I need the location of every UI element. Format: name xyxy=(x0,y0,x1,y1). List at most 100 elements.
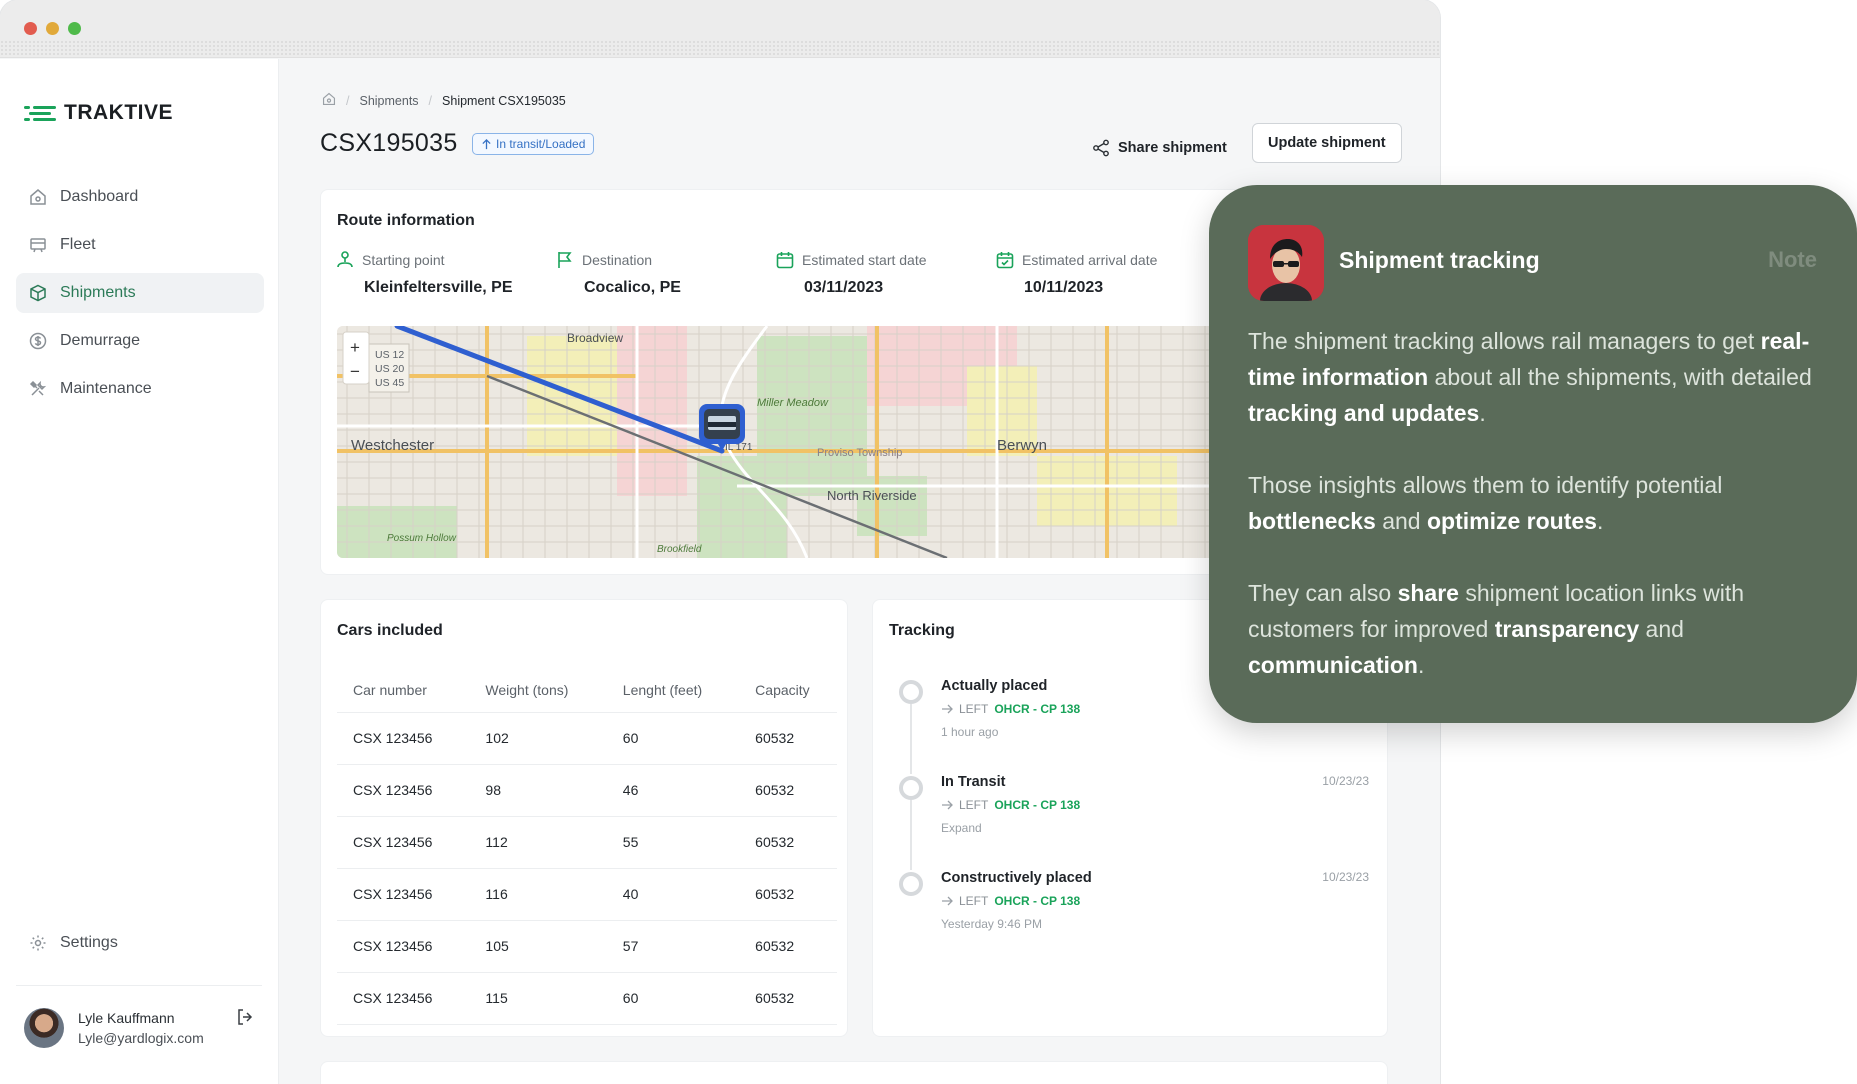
table-cell: 60532 xyxy=(739,764,837,817)
breadcrumb: / Shipments / Shipment CSX195035 xyxy=(322,92,566,109)
note-tag: Note xyxy=(1768,247,1817,272)
shield-us20: US 20 xyxy=(375,363,404,375)
table-cell: CSX 123456 xyxy=(337,868,470,921)
estimated-start-date-value: 03/11/2023 xyxy=(804,279,884,296)
tracking-event[interactable]: In Transit 10/23/23 LEFT OHCR - CP 138 E… xyxy=(899,774,1369,870)
home-icon[interactable] xyxy=(322,92,336,109)
share-shipment-label: Share shipment xyxy=(1118,140,1227,156)
tracking-event-date: 10/23/23 xyxy=(1322,870,1369,884)
note-body: The shipment tracking allows rail manage… xyxy=(1248,323,1823,719)
table-row[interactable]: CSX 123456 98 46 60532 xyxy=(337,764,837,817)
table-cell: 116 xyxy=(469,868,607,921)
table-cell: CSX 123456 xyxy=(337,764,470,817)
user-profile: Lyle Kauffmann Lyle@yardlogix.com xyxy=(16,985,262,1048)
tracking-event-prefix: LEFT xyxy=(959,894,989,908)
table-cell: 102 xyxy=(469,712,607,765)
estimated-start-date-label: Estimated start date xyxy=(802,252,927,268)
zoom-in-button[interactable]: + xyxy=(350,338,360,357)
tracking-event-title: In Transit xyxy=(941,774,1006,790)
tracking-event-title: Constructively placed xyxy=(941,870,1092,886)
app-logo[interactable]: TRAKTIVE xyxy=(24,101,173,125)
sidebar-item-demurrage[interactable]: Demurrage xyxy=(16,321,264,361)
sidebar-item-dashboard[interactable]: Dashboard xyxy=(16,177,264,217)
table-cell: 60532 xyxy=(739,972,837,1025)
box-icon xyxy=(28,283,48,303)
tracking-event[interactable]: Constructively placed 10/23/23 LEFT OHCR… xyxy=(899,870,1369,966)
route-fields: Starting point Kleinfeltersville, PE Des… xyxy=(335,250,1215,297)
status-badge: In transit/Loaded xyxy=(472,133,595,155)
table-row[interactable]: CSX 123456 115 60 60532 xyxy=(337,972,837,1025)
table-row[interactable]: CSX 123456 116 40 60532 xyxy=(337,868,837,921)
table-row[interactable]: CSX 123456 112 55 60532 xyxy=(337,816,837,869)
arrow-up-icon xyxy=(482,138,491,149)
table-cell: 60 xyxy=(606,712,740,765)
train-icon xyxy=(28,235,48,255)
destination-value: Cocalico, PE xyxy=(584,279,681,296)
table-cell: 60532 xyxy=(739,712,837,765)
column-header[interactable]: Capacity xyxy=(739,668,837,713)
title-bar xyxy=(0,0,1440,58)
estimated-start-date-field: Estimated start date 03/11/2023 xyxy=(775,250,995,297)
sidebar-item-fleet[interactable]: Fleet xyxy=(16,225,264,265)
avatar[interactable] xyxy=(24,1008,64,1048)
sidebar-item-label: Shipments xyxy=(60,284,136,301)
table-cell: CSX 123456 xyxy=(337,816,470,869)
timeline-dot-icon xyxy=(899,680,923,704)
update-shipment-button[interactable]: Update shipment xyxy=(1252,123,1402,163)
column-header[interactable]: Weight (tons) xyxy=(469,668,607,713)
sidebar-item-label: Demurrage xyxy=(60,332,141,349)
column-header[interactable]: Lenght (feet) xyxy=(606,668,740,713)
table-cell: CSX 123456 xyxy=(337,972,470,1025)
table-cell: 105 xyxy=(469,920,607,973)
table-cell: 115 xyxy=(469,972,607,1025)
zoom-out-button[interactable]: − xyxy=(350,362,360,381)
note-paragraph: Those insights allows them to identify p… xyxy=(1248,472,1723,534)
share-shipment-button[interactable]: Share shipment xyxy=(1092,129,1227,167)
sidebar-item-shipments[interactable]: Shipments xyxy=(16,273,264,313)
tools-icon xyxy=(28,379,48,399)
breadcrumb-shipments-link[interactable]: Shipments xyxy=(359,94,418,108)
tracking-event-date: 10/23/23 xyxy=(1322,774,1369,788)
tracking-event-prefix: LEFT xyxy=(959,702,989,716)
route-icon xyxy=(337,251,353,268)
dollar-icon xyxy=(28,331,48,351)
expand-link[interactable]: Expand xyxy=(941,821,1369,835)
minimize-window-button[interactable] xyxy=(46,22,59,35)
sidebar: TRAKTIVE Dashboard Fleet Shipments Demur… xyxy=(0,59,279,1084)
timeline-dot-icon xyxy=(899,872,923,896)
logout-icon[interactable] xyxy=(236,1008,254,1031)
table-cell: CSX 123456 xyxy=(337,712,470,765)
starting-point-label: Starting point xyxy=(362,252,445,268)
close-window-button[interactable] xyxy=(24,22,37,35)
note-paragraph: They can also share shipment location li… xyxy=(1248,580,1745,678)
calendar-check-icon xyxy=(996,252,1014,269)
column-header[interactable]: Car number xyxy=(337,668,470,713)
share-icon xyxy=(1093,139,1109,157)
arrow-right-icon xyxy=(942,704,953,714)
table-cell: 112 xyxy=(469,816,607,869)
zoom-controls: + − xyxy=(342,331,370,385)
sidebar-item-label: Fleet xyxy=(60,236,96,253)
tracking-event-location: LEFT OHCR - CP 138 xyxy=(941,798,1369,812)
logo-icon xyxy=(24,104,56,122)
table-row[interactable]: CSX 123456 105 57 60532 xyxy=(337,920,837,973)
timeline-connector xyxy=(910,704,912,774)
note-title: Shipment tracking xyxy=(1339,247,1540,273)
starting-point-value: Kleinfeltersville, PE xyxy=(364,279,513,296)
sidebar-item-maintenance[interactable]: Maintenance xyxy=(16,369,264,409)
home-icon xyxy=(28,187,48,207)
cars-included-title: Cars included xyxy=(337,622,443,639)
user-name: Lyle Kauffmann xyxy=(78,1010,175,1026)
additional-card xyxy=(320,1061,1388,1084)
route-shields: US 12 US 20 US 45 xyxy=(368,343,410,393)
note-author-avatar xyxy=(1248,225,1324,301)
breadcrumb-current: Shipment CSX195035 xyxy=(442,93,566,108)
shield-us45: US 45 xyxy=(375,377,404,389)
tracking-event-location: LEFT OHCR - CP 138 xyxy=(941,894,1369,908)
table-row[interactable]: CSX 123456 102 60 60532 xyxy=(337,712,837,765)
timeline-dot-icon xyxy=(899,776,923,800)
starting-point-field: Starting point Kleinfeltersville, PE xyxy=(335,250,555,297)
user-email: Lyle@yardlogix.com xyxy=(78,1030,204,1046)
maximize-window-button[interactable] xyxy=(68,22,81,35)
sidebar-item-settings[interactable]: Settings xyxy=(16,923,264,963)
